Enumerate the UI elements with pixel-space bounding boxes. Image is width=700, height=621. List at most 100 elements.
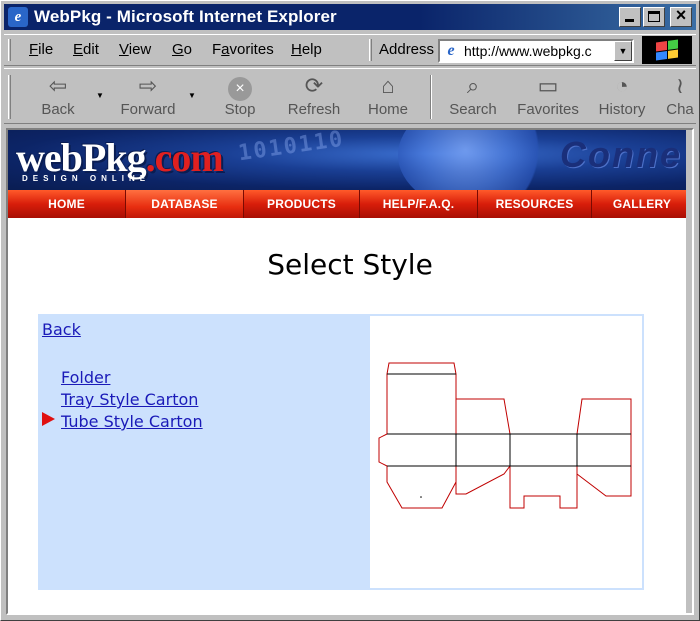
forward-label: Forward <box>120 101 176 118</box>
menu-favorites-pre: F <box>212 41 222 58</box>
stop-icon: × <box>228 77 252 101</box>
ie-app-icon[interactable]: e <box>8 7 28 27</box>
windows-logo <box>642 36 692 64</box>
page-title: Select Style <box>267 248 433 281</box>
close-icon: × <box>675 5 687 25</box>
windows-flag-icon <box>656 39 678 61</box>
menu-edit[interactable]: Edit <box>73 41 99 58</box>
menu-edit-label: dit <box>83 41 99 58</box>
back-link[interactable]: Back <box>42 320 81 339</box>
style-link-tray-carton[interactable]: Tray Style Carton <box>61 390 198 409</box>
minimize-icon <box>625 19 634 22</box>
dieline-top-tuck <box>386 362 457 375</box>
refresh-button[interactable]: ⟳ Refresh <box>286 71 342 121</box>
window-controls: × <box>619 5 692 27</box>
nav-gallery[interactable]: GALLERY <box>592 190 692 218</box>
refresh-label: Refresh <box>287 101 341 118</box>
maximize-button[interactable] <box>643 7 665 27</box>
minimize-button[interactable] <box>619 7 641 27</box>
history-button[interactable]: ◔ History <box>597 71 647 121</box>
menu-view[interactable]: View <box>119 41 151 58</box>
dieline-bottom-2 <box>455 465 511 495</box>
site-tagline: DESIGN ONLINE <box>22 174 151 183</box>
history-label: History <box>598 101 646 118</box>
address-bar[interactable]: e http://www.webpkg.c ▼ <box>438 39 634 63</box>
page-viewport[interactable]: 1010110 webPkg.com DESIGN ONLINE Conne H… <box>6 128 694 615</box>
nav-database[interactable]: DATABASE <box>126 190 244 218</box>
home-button[interactable]: ⌂ Home <box>366 71 410 121</box>
stop-button[interactable]: × Stop <box>220 71 260 121</box>
home-icon: ⌂ <box>381 73 395 98</box>
dieline-glue-flap <box>378 433 388 467</box>
window-title: WebPkg - Microsoft Internet Explorer <box>34 7 337 26</box>
menu-favorites-key: a <box>221 41 230 58</box>
toolbar-separator <box>430 75 432 119</box>
dieline-dust-flap-1 <box>455 398 511 435</box>
style-link-folder[interactable]: Folder <box>61 368 110 387</box>
title-bar[interactable]: e WebPkg - Microsoft Internet Explorer × <box>4 4 696 30</box>
channels-button[interactable]: ≀ Cha <box>664 71 696 121</box>
home-label: Home <box>367 101 408 118</box>
banner-connect-text: Conne <box>560 134 682 175</box>
menu-edit-key: E <box>73 41 84 58</box>
address-input[interactable]: http://www.webpkg.c <box>464 43 614 59</box>
channels-label: Cha <box>666 101 694 118</box>
dieline-top-sides <box>386 374 457 434</box>
menu-view-label: iew <box>128 41 152 58</box>
toolbar-grip[interactable] <box>8 75 11 119</box>
favorites-label: Favorites <box>517 101 579 118</box>
logo-dot-text: .com <box>145 135 224 180</box>
menu-file[interactable]: File <box>29 41 53 58</box>
menu-favorites-label: vorites <box>229 41 274 58</box>
style-link-tube-carton[interactable]: Tube Style Carton <box>61 412 203 431</box>
search-button[interactable]: ⌕ Search <box>447 71 499 121</box>
menu-favorites[interactable]: Favorites <box>212 41 274 58</box>
browser-window: e WebPkg - Microsoft Internet Explorer ×… <box>0 0 700 621</box>
menu-view-key: V <box>119 41 129 58</box>
stop-label: Stop <box>224 101 256 118</box>
viewport-edge <box>686 130 692 613</box>
nav-home[interactable]: HOME <box>8 190 126 218</box>
history-icon: ◔ <box>615 73 629 98</box>
channels-icon: ≀ <box>675 73 685 98</box>
refresh-icon: ⟳ <box>304 73 324 98</box>
address-grip[interactable] <box>369 39 372 61</box>
site-nav: HOME DATABASE PRODUCTS HELP/F.A.Q. RESOU… <box>8 190 692 218</box>
menu-bar: File Edit View Go Favorites Help Address… <box>4 34 696 66</box>
menu-file-key: F <box>29 41 39 58</box>
nav-resources[interactable]: RESOURCES <box>478 190 592 218</box>
dieline-dust-flap-2 <box>576 398 632 435</box>
maximize-icon <box>648 11 660 22</box>
search-label: Search <box>449 101 497 118</box>
globe-graphic <box>398 130 548 190</box>
favorites-button[interactable]: ▭ Favorites <box>516 71 580 121</box>
back-button[interactable]: ⇦ Back <box>36 71 80 121</box>
forward-dropdown-icon[interactable]: ▼ <box>188 91 196 100</box>
close-button[interactable]: × <box>670 5 692 27</box>
nav-products[interactable]: PRODUCTS <box>244 190 360 218</box>
back-label: Back <box>41 101 75 118</box>
search-icon: ⌕ <box>466 73 480 98</box>
site-banner: 1010110 webPkg.com DESIGN ONLINE Conne <box>8 130 692 190</box>
favorites-folder-icon: ▭ <box>537 73 559 98</box>
standard-toolbar: ⇦ Back ▼ ⇨ Forward ▼ × Stop ⟳ Refresh ⌂ … <box>4 68 696 124</box>
nav-help-faq[interactable]: HELP/F.A.Q. <box>360 190 478 218</box>
address-dropdown-icon[interactable]: ▼ <box>614 41 632 61</box>
menu-go-key: G <box>172 41 184 58</box>
selected-arrow-icon <box>42 412 55 426</box>
menu-grip[interactable] <box>8 39 11 61</box>
menu-file-label: ile <box>38 41 54 58</box>
menu-help[interactable]: Help <box>291 41 322 58</box>
menu-go-label: o <box>183 41 193 58</box>
page-icon: e <box>447 42 455 59</box>
style-selection-panel: Back Folder Tray Style Carton Tube Style… <box>38 314 644 590</box>
back-dropdown-icon[interactable]: ▼ <box>96 91 104 100</box>
back-arrow-icon: ⇦ <box>48 73 68 98</box>
dieline-bottom-1 <box>386 466 457 509</box>
forward-button[interactable]: ⇨ Forward <box>117 71 179 121</box>
address-label: Address <box>379 41 435 58</box>
dieline-fold-verticals <box>455 434 578 466</box>
menu-go[interactable]: Go <box>172 41 192 58</box>
dieline-preview <box>370 316 642 588</box>
binary-graphic: 1010110 <box>236 130 346 167</box>
